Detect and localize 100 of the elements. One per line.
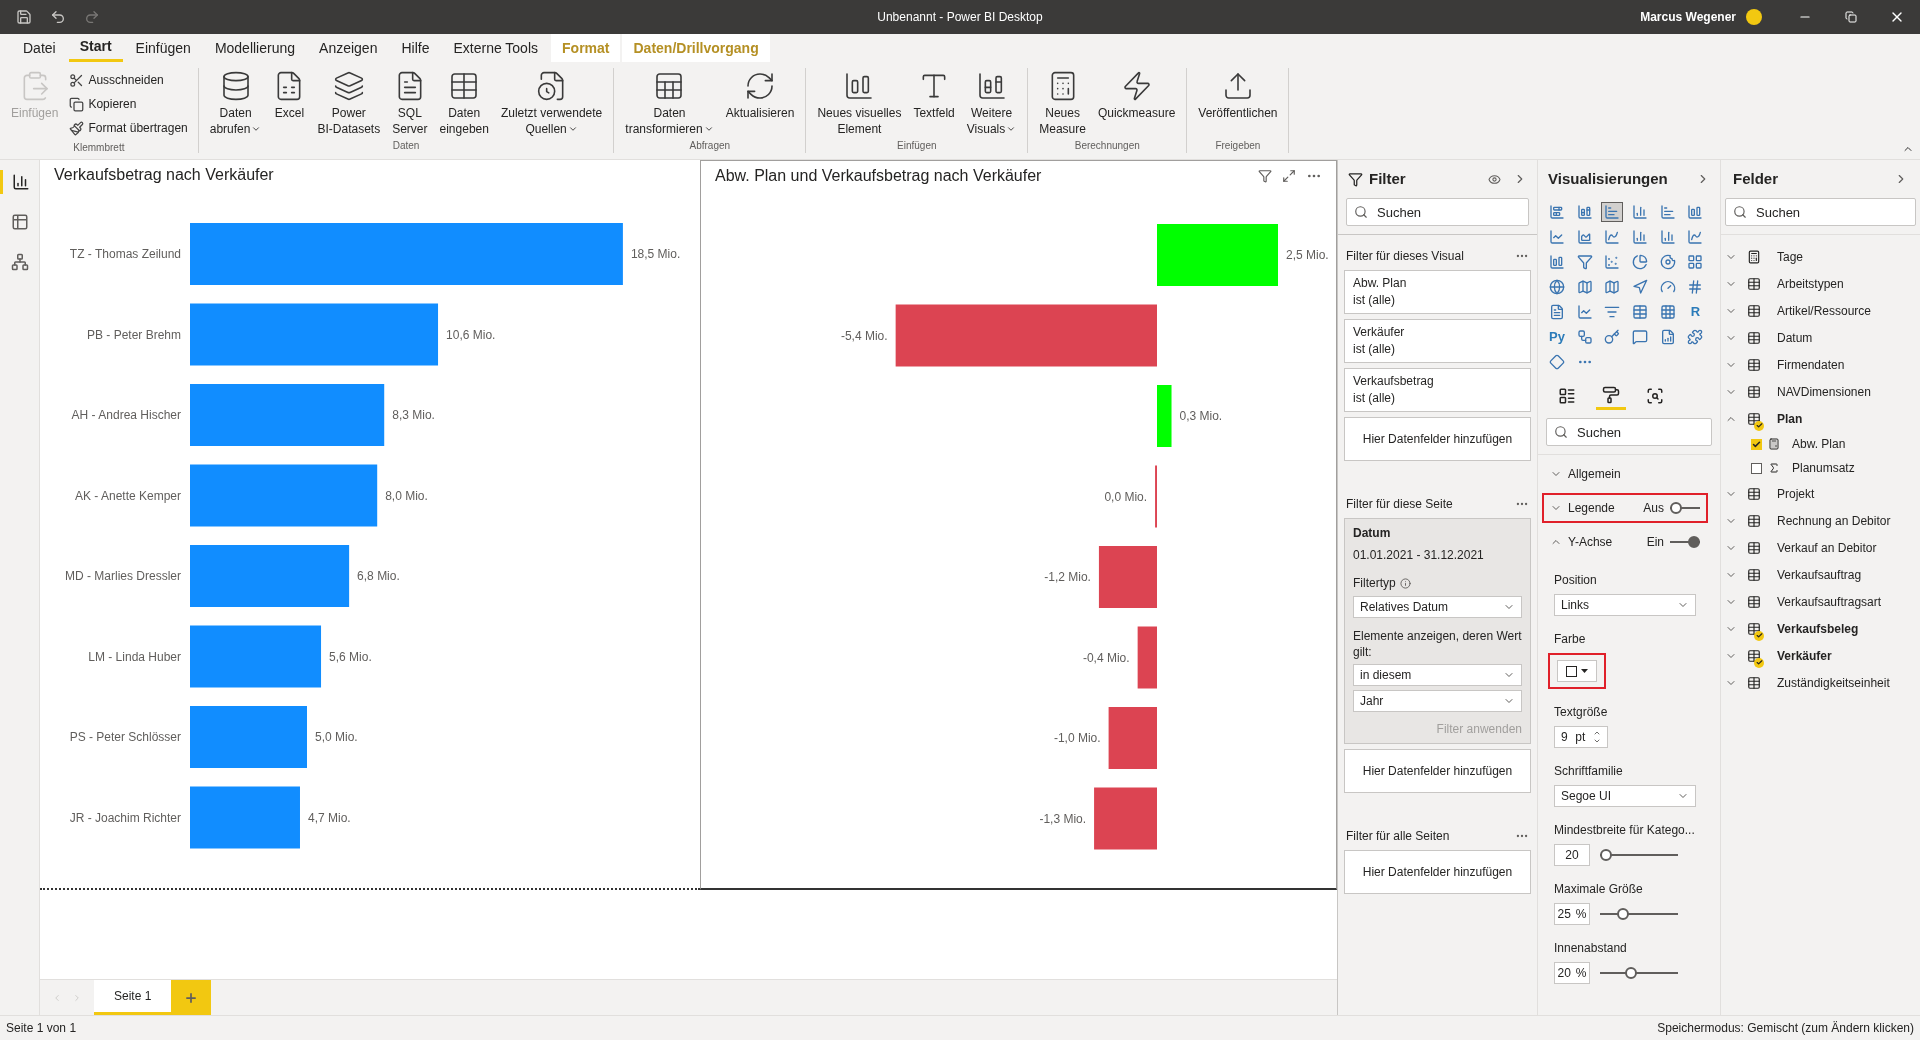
drop-zone[interactable]: Hier Datenfelder hinzufügen <box>1344 850 1531 894</box>
ribbon-button[interactable]: Veröffentlichen <box>1193 68 1283 121</box>
color-picker[interactable] <box>1548 653 1606 689</box>
ribbon-button[interactable]: Ausschneiden <box>65 68 192 92</box>
field-item[interactable]: Planumsatz <box>1721 456 1920 480</box>
save-icon[interactable] <box>16 9 32 25</box>
storage-mode-link[interactable]: Speichermodus: Gemischt (zum Ändern klicken) <box>1657 1019 1914 1037</box>
visual-type-button[interactable] <box>1601 202 1624 222</box>
field-table-item[interactable]: Verkäufer <box>1721 642 1920 669</box>
dropdown[interactable]: Jahr <box>1353 690 1522 712</box>
field-table-item[interactable]: Tage <box>1721 243 1920 270</box>
field-table-item[interactable]: Projekt <box>1721 480 1920 507</box>
field-table-item[interactable]: Zuständigkeitseinheit <box>1721 669 1920 696</box>
format-section-header[interactable]: Legende Aus <box>1542 493 1708 523</box>
toggle-switch[interactable] <box>1670 536 1700 548</box>
ribbon-button[interactable]: Power BI-Datasets <box>312 68 386 137</box>
field-table-item[interactable]: Verkaufsbeleg <box>1721 615 1920 642</box>
checkbox[interactable] <box>1751 462 1762 474</box>
script-visual-button[interactable]: Py <box>1546 327 1568 347</box>
field-table-item[interactable]: Firmendaten <box>1721 351 1920 378</box>
add-page-button[interactable] <box>171 980 212 1015</box>
ribbon-button[interactable]: Textfeld <box>908 68 960 121</box>
menu-tab[interactable]: Einfügen <box>124 34 202 62</box>
slider-thumb[interactable] <box>1600 849 1612 861</box>
redo-icon[interactable] <box>84 9 100 25</box>
table-icon <box>1747 411 1761 426</box>
ribbon-button[interactable]: Neues Measure <box>1034 68 1091 137</box>
ribbon-button[interactable]: Quickmeasure <box>1092 68 1181 121</box>
field-table-item[interactable]: Datum <box>1721 324 1920 351</box>
ribbon-button[interactable]: Aktualisieren <box>720 68 800 121</box>
format-section-header[interactable]: Y-Achse Ein <box>1542 527 1708 557</box>
visual-container[interactable]: Abw. Plan und Verkaufsbetrag nach Verkäufer 2,5 Mio. -5,4 Mio. 0,3 Mio. 0,0 Mio. -1,2 Mio. -0,4 Mio. -1,0 Mio. -1,3 Mio. <box>700 160 1337 890</box>
ribbon-button[interactable]: Kopieren <box>65 92 192 116</box>
script-visual-button[interactable]: R <box>1684 302 1707 322</box>
field-name: Verkaufsbetrag <box>1353 373 1435 390</box>
visual-title: Verkaufsbetrag nach Verkäufer <box>54 165 274 185</box>
drop-zone[interactable]: Hier Datenfelder hinzufügen <box>1344 417 1531 461</box>
filter-card[interactable]: Datum 01.01.2021 - 31.12.2021 Filtertyp Relatives Datum Elemente anzeigen, deren Wert gilt: in diesem Jahr Filter anwenden <box>1344 518 1531 744</box>
search-field[interactable]: Suchen <box>1546 418 1712 446</box>
status-text: Seite 1 von 1 <box>6 1020 77 1037</box>
eye-icon[interactable] <box>1488 172 1501 186</box>
slider-thumb[interactable] <box>1616 908 1629 920</box>
menu-tab[interactable]: Hilfe <box>390 34 441 62</box>
table-icon <box>1747 276 1761 291</box>
field-table-item[interactable]: Plan <box>1721 405 1920 432</box>
field-table-item[interactable]: Arbeitstypen <box>1721 270 1920 297</box>
menu-tab[interactable]: Datei <box>12 34 67 62</box>
undo-icon[interactable] <box>50 9 66 25</box>
ribbon-button[interactable]: Excel <box>268 68 311 121</box>
number-field[interactable]: 20 <box>1554 844 1590 866</box>
number-field[interactable]: 20 % <box>1554 962 1590 984</box>
ribbon-button[interactable]: Neues visuelles Element <box>812 68 907 137</box>
field-item[interactable]: Abw. Plan <box>1721 432 1920 456</box>
pane-title: Felder <box>1733 168 1778 189</box>
ribbon-button[interactable]: SQL Server <box>387 68 433 137</box>
property-label: Maximale Größe <box>1554 881 1644 898</box>
slider[interactable] <box>1600 967 1678 979</box>
field-table-item[interactable]: Artikel/Ressource <box>1721 297 1920 324</box>
filter-state: 01.01.2021 - 31.12.2021 <box>1353 547 1485 564</box>
drop-zone[interactable]: Hier Datenfelder hinzufügen <box>1344 749 1531 793</box>
menu-tab[interactable]: Anzeigen <box>308 34 389 62</box>
field-table-item[interactable]: Verkauf an Debitor <box>1721 534 1920 561</box>
slider[interactable] <box>1600 849 1678 861</box>
number-spinner[interactable]: 9 pt <box>1554 726 1608 748</box>
ribbon-button[interactable]: Daten abrufen <box>204 68 267 137</box>
menu-tab[interactable]: Modellierung <box>203 34 307 62</box>
field-label: Elemente anzeigen, deren Wert gilt: <box>1353 628 1522 660</box>
number-field[interactable]: 25 % <box>1554 903 1590 925</box>
dropdown[interactable]: Segoe UI <box>1554 785 1696 807</box>
filter-card[interactable]: Verkaufsbetrag ist (alle) <box>1344 368 1531 412</box>
search-icon <box>1733 205 1747 219</box>
page-tab[interactable]: Seite 1 <box>94 980 172 1015</box>
slider-thumb[interactable] <box>1625 967 1638 979</box>
filter-card[interactable]: Verkäufer ist (alle) <box>1344 319 1531 363</box>
scatter-chart-icon <box>1604 254 1621 270</box>
ribbon-button[interactable]: Format übertragen <box>65 116 192 140</box>
dropdown[interactable]: in diesem <box>1353 664 1522 686</box>
search-field[interactable]: Suchen <box>1346 198 1529 226</box>
search-field[interactable]: Suchen <box>1725 198 1916 226</box>
focus-mode-icon[interactable] <box>1282 169 1296 183</box>
ribbon-button[interactable]: Daten eingeben <box>434 68 494 137</box>
menu-tab[interactable]: Externe Tools <box>442 34 550 62</box>
dropdown[interactable]: Relatives Datum <box>1353 596 1522 618</box>
field-table-item[interactable]: NAVDimensionen <box>1721 378 1920 405</box>
ribbon-button[interactable]: Weitere Visuals <box>961 68 1022 137</box>
filter-card[interactable]: Abw. Plan ist (alle) <box>1344 270 1531 314</box>
slider[interactable] <box>1600 908 1678 920</box>
area-chart-icon <box>1576 229 1593 245</box>
toggle-switch[interactable] <box>1670 502 1700 514</box>
dropdown[interactable]: Links <box>1554 594 1696 616</box>
filter-icon[interactable] <box>1258 169 1272 183</box>
avatar[interactable] <box>1746 9 1762 25</box>
ribbon-button[interactable]: Daten transformieren <box>620 68 719 137</box>
ribbon-button[interactable]: Zuletzt verwendete Quellen <box>495 68 608 137</box>
field-table-item[interactable]: Rechnung an Debitor <box>1721 507 1920 534</box>
format-section-header[interactable]: Allgemein <box>1542 459 1708 489</box>
field-table-item[interactable]: Verkaufsauftragsart <box>1721 588 1920 615</box>
spin-down-icon <box>1593 737 1601 745</box>
field-table-item[interactable]: Verkaufsauftrag <box>1721 561 1920 588</box>
value-label: 10,6 Mio. <box>446 327 496 342</box>
